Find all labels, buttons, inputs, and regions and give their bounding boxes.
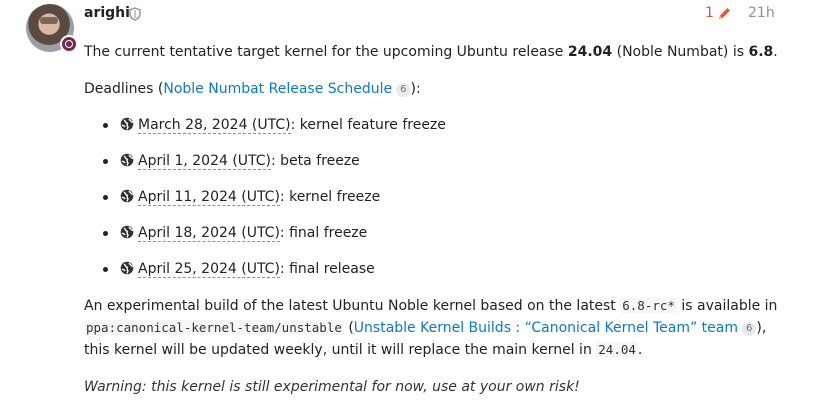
experimental-build-paragraph: An experimental build of the latest Ubun… <box>84 298 778 358</box>
kernel-version: 6.8 <box>748 44 774 60</box>
post-age-link[interactable]: 21h <box>748 5 775 21</box>
deadline-list: March 28, 2024 (UTC): kernel feature fre… <box>84 115 446 295</box>
link-click-count: 6 <box>396 83 411 97</box>
edit-count: 1 <box>705 5 714 21</box>
avatar[interactable] <box>26 4 78 56</box>
rc-version-code: 6.8-rc* <box>620 298 677 313</box>
link-click-count: 6 <box>742 322 757 336</box>
deadline-label: : final freeze <box>279 225 368 241</box>
deadline-item: April 1, 2024 (UTC): beta freeze <box>84 151 446 187</box>
deadline-item: April 11, 2024 (UTC): kernel freeze <box>84 187 446 223</box>
globe-icon <box>120 261 134 275</box>
intro-paragraph: The current tentative target kernel for … <box>84 44 778 60</box>
username-link[interactable]: arighi <box>84 5 130 21</box>
globe-icon <box>120 153 134 167</box>
deadline-item: April 25, 2024 (UTC): final release <box>84 259 446 295</box>
warning-text: Warning: this kernel is still experiment… <box>84 379 580 395</box>
shield-icon <box>129 7 141 21</box>
release-code: 24.04 <box>596 342 638 357</box>
deadline-date[interactable]: March 28, 2024 (UTC) <box>138 117 291 134</box>
deadline-date[interactable]: April 18, 2024 (UTC) <box>138 225 280 242</box>
deadline-label: : kernel freeze <box>279 189 381 205</box>
globe-icon <box>120 189 134 203</box>
release-schedule-link[interactable]: Noble Numbat Release Schedule <box>163 81 392 97</box>
globe-icon <box>120 117 134 131</box>
edit-history-button[interactable]: 1 <box>705 5 732 21</box>
deadlines-heading: Deadlines (Noble Numbat Release Schedule… <box>84 81 421 97</box>
deadline-label: : beta freeze <box>271 153 360 169</box>
flair-badge-icon <box>60 35 78 53</box>
deadline-item: March 28, 2024 (UTC): kernel feature fre… <box>84 115 446 151</box>
unstable-builds-link[interactable]: Unstable Kernel Builds : “Canonical Kern… <box>354 320 738 336</box>
pencil-icon <box>718 7 730 19</box>
deadline-date[interactable]: April 11, 2024 (UTC) <box>138 189 280 206</box>
globe-icon <box>120 225 134 239</box>
ppa-code: ppa:canonical-kernel-team/unstable <box>84 320 344 335</box>
deadline-item: April 18, 2024 (UTC): final freeze <box>84 223 446 259</box>
deadline-date[interactable]: April 1, 2024 (UTC) <box>138 153 272 170</box>
ubuntu-version: 24.04 <box>567 44 613 60</box>
deadline-date[interactable]: April 25, 2024 (UTC) <box>138 261 280 278</box>
deadline-label: : final release <box>279 261 375 277</box>
deadline-label: : kernel feature freeze <box>290 117 446 133</box>
